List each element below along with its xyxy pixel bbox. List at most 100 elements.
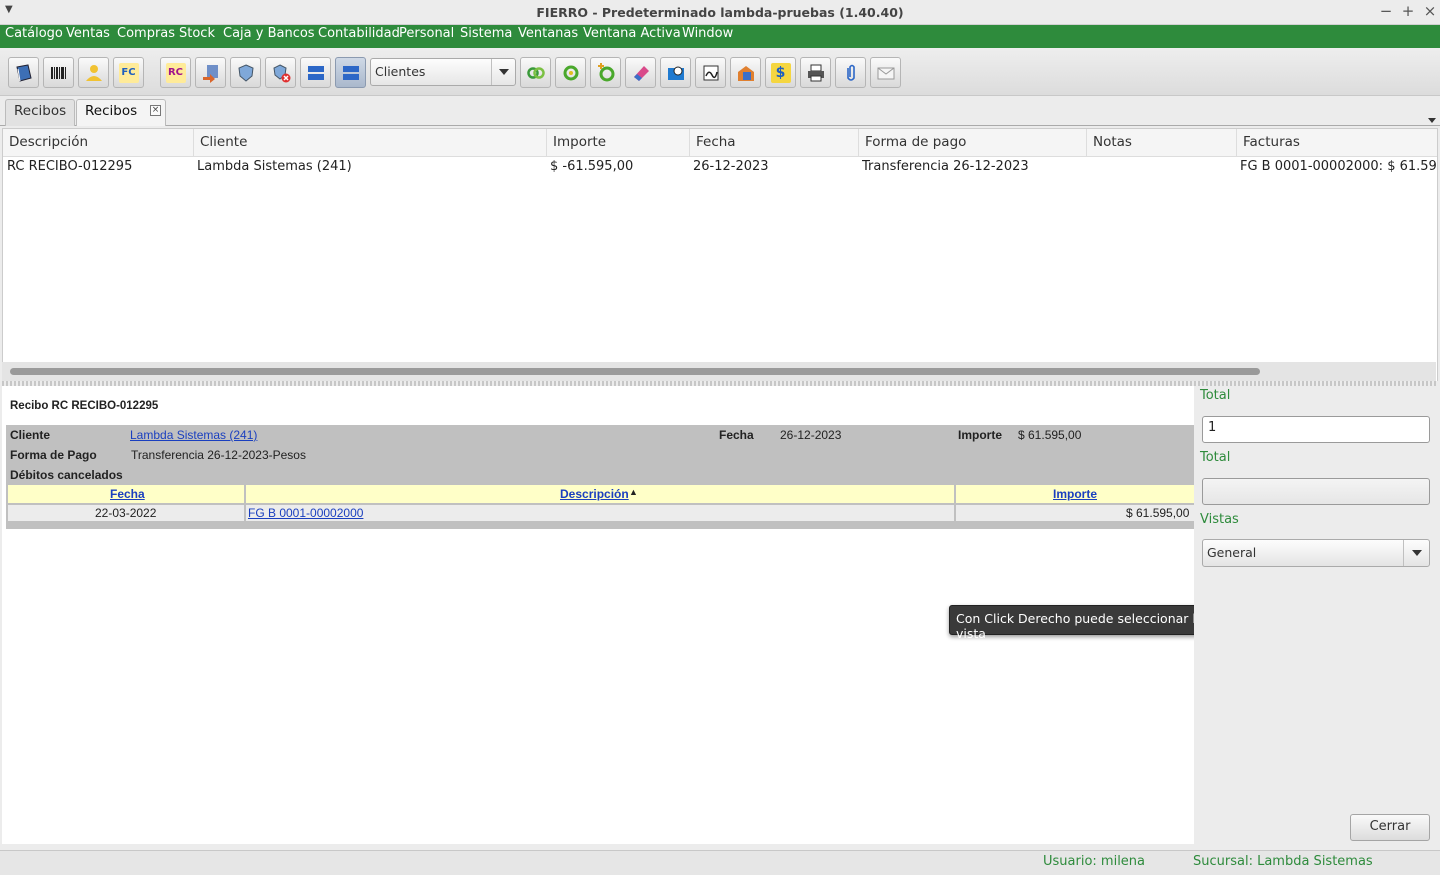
total-field-1[interactable]: 1 bbox=[1202, 416, 1430, 443]
cell-fecha: 26-12-2023 bbox=[693, 159, 769, 174]
invoice-fc-icon: FC bbox=[118, 62, 139, 83]
close-window-button[interactable]: × bbox=[1422, 2, 1438, 20]
signature-button[interactable] bbox=[695, 57, 726, 88]
chevron-down-icon[interactable] bbox=[491, 59, 515, 85]
menu-stock[interactable]: Stock bbox=[179, 26, 215, 41]
book-button[interactable] bbox=[8, 57, 39, 88]
menu-ventanas[interactable]: Ventanas bbox=[518, 26, 578, 41]
shield-icon bbox=[236, 63, 256, 83]
cerrar-button[interactable]: Cerrar bbox=[1350, 814, 1430, 841]
shield-delete-icon bbox=[271, 63, 291, 83]
invoice-fc-button[interactable]: FC bbox=[113, 57, 144, 88]
shield-delete-button[interactable] bbox=[265, 57, 296, 88]
status-usuario: Usuario: milena bbox=[1043, 854, 1146, 869]
column-importe-link[interactable]: Importe bbox=[1053, 487, 1097, 501]
table-row[interactable]: RC RECIBO-012295 Lambda Sistemas (241) $… bbox=[3, 157, 1437, 179]
status-bar: Usuario: milena Sucursal: Lambda Sistema… bbox=[0, 850, 1440, 875]
circle-icon bbox=[561, 63, 581, 83]
menu-ventana-activa[interactable]: Ventana Activa bbox=[583, 26, 681, 41]
cell-descripcion: RC RECIBO-012295 bbox=[7, 159, 133, 174]
book-icon bbox=[14, 63, 34, 83]
view-split-horizontal-icon bbox=[306, 63, 326, 83]
printer-button[interactable] bbox=[800, 57, 831, 88]
cliente-link[interactable]: Lambda Sistemas (241) bbox=[130, 428, 257, 442]
vistas-select-value: General bbox=[1207, 545, 1257, 560]
search-folder-button[interactable] bbox=[660, 57, 691, 88]
menu-personal[interactable]: Personal bbox=[399, 26, 454, 41]
view-split-horizontal-button[interactable] bbox=[300, 57, 331, 88]
barcode-icon bbox=[49, 63, 69, 83]
total-label-2: Total bbox=[1200, 450, 1231, 465]
debitos-table: Fecha Descripción ▲ Importe 22-03-2022 F… bbox=[6, 485, 1194, 529]
cell-forma-pago: Transferencia 26-12-2023 bbox=[862, 159, 1029, 174]
chevron-down-icon[interactable] bbox=[1403, 540, 1429, 566]
column-facturas[interactable]: Facturas bbox=[1237, 129, 1437, 157]
right-panel: Total 1 Total Vistas General Cerrar bbox=[1194, 386, 1438, 844]
printer-icon bbox=[806, 63, 826, 83]
scrollbar-thumb[interactable] bbox=[10, 368, 1260, 375]
menu-catalogo[interactable]: Catálogo bbox=[5, 26, 63, 41]
user-button[interactable] bbox=[78, 57, 109, 88]
circle-add-button[interactable] bbox=[590, 57, 621, 88]
menu-ventas[interactable]: Ventas bbox=[66, 26, 110, 41]
line-importe: $ 61.595,00 bbox=[1126, 506, 1190, 520]
receipt-title: Recibo RC RECIBO-012295 bbox=[10, 400, 159, 412]
column-descripcion[interactable]: Descripción bbox=[3, 129, 194, 157]
total-field-2[interactable] bbox=[1202, 478, 1430, 505]
receipt-rc-button[interactable]: RC bbox=[160, 57, 191, 88]
cell-importe: $ -61.595,00 bbox=[550, 159, 634, 174]
view-tooltip: Con Click Derecho puede seleccionar la v… bbox=[949, 605, 1225, 641]
mail-button[interactable] bbox=[870, 57, 901, 88]
circle-button[interactable] bbox=[555, 57, 586, 88]
column-importe[interactable]: Importe bbox=[547, 129, 690, 157]
tab-recibos-1[interactable]: Recibos bbox=[5, 99, 76, 126]
menu-contabilidad[interactable]: Contabilidad bbox=[318, 26, 400, 41]
paperclip-button[interactable] bbox=[835, 57, 866, 88]
dollar-button[interactable]: $ bbox=[765, 57, 796, 88]
tab-bar: Recibos Recibos × bbox=[0, 96, 1440, 126]
entity-select[interactable]: Clientes bbox=[370, 58, 516, 86]
column-notas[interactable]: Notas bbox=[1087, 129, 1237, 157]
dollar-icon: $ bbox=[770, 62, 791, 83]
minimize-button[interactable]: − bbox=[1378, 2, 1394, 20]
tabs-menu-icon[interactable] bbox=[1428, 112, 1436, 127]
debitos-label: Débitos cancelados bbox=[10, 468, 123, 482]
column-forma-pago[interactable]: Forma de pago bbox=[859, 129, 1087, 157]
paperclip-icon bbox=[841, 63, 861, 83]
link-chain-button[interactable] bbox=[520, 57, 551, 88]
barcode-button[interactable] bbox=[43, 57, 74, 88]
maximize-button[interactable]: + bbox=[1400, 2, 1416, 20]
menu-caja-bancos[interactable]: Caja y Bancos bbox=[223, 26, 315, 41]
circle-add-icon bbox=[596, 62, 616, 83]
vistas-select[interactable]: General bbox=[1202, 539, 1430, 567]
view-split-active-button[interactable] bbox=[335, 57, 366, 88]
column-descripcion-link[interactable]: Descripción bbox=[560, 487, 629, 501]
column-divider bbox=[244, 485, 246, 521]
horizontal-scrollbar[interactable] bbox=[2, 362, 1436, 382]
line-descripcion-link[interactable]: FG B 0001-00002000 bbox=[248, 506, 363, 520]
cell-facturas: FG B 0001-00002000: $ 61.595,00 bbox=[1240, 159, 1437, 174]
eraser-button[interactable] bbox=[625, 57, 656, 88]
title-bar: ▼ FIERRO - Predeterminado lambda-pruebas… bbox=[0, 0, 1440, 25]
menu-bar: Catálogo Ventas Compras Stock Caja y Ban… bbox=[0, 25, 1440, 48]
recibos-table: Descripción Cliente Importe Fecha Forma … bbox=[2, 128, 1438, 383]
tab-close-icon[interactable]: × bbox=[150, 105, 161, 116]
column-fecha-link[interactable]: Fecha bbox=[110, 487, 145, 501]
cliente-label: Cliente bbox=[10, 428, 51, 442]
menu-sistema[interactable]: Sistema bbox=[460, 26, 512, 41]
fecha-label: Fecha bbox=[719, 428, 754, 442]
home-docs-button[interactable] bbox=[730, 57, 761, 88]
fecha-value: 26-12-2023 bbox=[780, 428, 842, 442]
column-fecha[interactable]: Fecha bbox=[690, 129, 859, 157]
link-chain-icon bbox=[526, 63, 546, 83]
debitos-header: Fecha Descripción ▲ Importe bbox=[8, 485, 1194, 503]
eraser-icon bbox=[631, 63, 651, 83]
shield-button[interactable] bbox=[230, 57, 261, 88]
receipt-info: Cliente Lambda Sistemas (241) Fecha 26-1… bbox=[6, 425, 1194, 485]
menu-compras[interactable]: Compras bbox=[117, 26, 175, 41]
transfer-button[interactable] bbox=[195, 57, 226, 88]
menu-window[interactable]: Window bbox=[682, 26, 733, 41]
column-cliente[interactable]: Cliente bbox=[194, 129, 547, 157]
cell-cliente: Lambda Sistemas (241) bbox=[197, 159, 352, 174]
table-row[interactable]: 22-03-2022 FG B 0001-00002000 $ 61.595,0… bbox=[8, 505, 1194, 521]
